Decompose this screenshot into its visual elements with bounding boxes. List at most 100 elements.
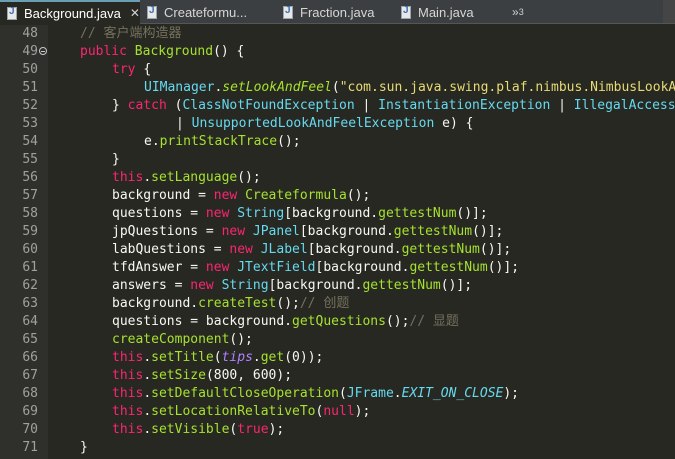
line-number: 55 <box>22 152 38 167</box>
code-line-57[interactable]: 57 background = new Createformula(); <box>0 187 675 205</box>
line-number: 66 <box>22 350 38 365</box>
code-token: | <box>176 116 192 131</box>
code-text: questions = new String[background.gettes… <box>112 205 488 223</box>
code-token: gettestNum <box>362 278 441 293</box>
code-token: e) { <box>434 116 474 131</box>
code-token: IllegalAccessException <box>573 98 675 113</box>
line-number: 49 <box>22 44 38 59</box>
code-token: ); <box>354 404 371 419</box>
code-token: } <box>112 152 120 167</box>
code-token: new <box>205 260 238 275</box>
line-number: 48 <box>22 26 38 41</box>
code-token: questions = <box>112 206 206 221</box>
code-token: answers = <box>112 278 191 293</box>
code-line-66[interactable]: 66 this.setTitle(tips.get(0)); <box>0 349 675 367</box>
fold-collapse-icon[interactable] <box>39 47 47 55</box>
code-text: questions = background.getQuestions();//… <box>112 313 459 331</box>
code-line-69[interactable]: 69 this.setLocationRelativeTo(null); <box>0 403 675 421</box>
code-token: setLanguage <box>151 170 238 185</box>
code-line-53[interactable]: 53 | UnsupportedLookAndFeelException e) { <box>0 115 675 133</box>
code-token: // 创题 <box>299 296 350 311</box>
code-line-55[interactable]: 55} <box>0 151 675 169</box>
code-token: createTest <box>198 296 277 311</box>
code-token: Createformula <box>245 188 347 203</box>
code-token: Background <box>134 44 214 59</box>
code-token: public <box>80 44 135 59</box>
code-line-48[interactable]: 48 // 客户端构造器 <box>0 25 675 43</box>
code-token: new <box>205 206 238 221</box>
code-text: this.setDefaultCloseOperation(JFrame.EXI… <box>112 385 519 403</box>
code-token: [background. <box>315 260 410 275</box>
code-text: labQuestions = new JLabel[background.get… <box>112 241 511 259</box>
close-tab-icon[interactable]: ✕ <box>130 6 140 20</box>
code-token: this <box>112 422 144 437</box>
code-line-70[interactable]: 70 this.setVisible(true); <box>0 421 675 439</box>
line-number: 51 <box>22 80 38 95</box>
code-line-61[interactable]: 61 tfdAnswer = new JTextField[background.… <box>0 259 675 277</box>
code-line-67[interactable]: 67 this.setSize(800, 600); <box>0 367 675 385</box>
more-tabs-button[interactable]: » 3 <box>504 0 532 23</box>
code-token: InstantiationException <box>378 98 551 113</box>
code-token: | <box>550 98 574 113</box>
code-line-64[interactable]: 64 questions = background.getQuestions();… <box>0 313 675 331</box>
code-line-59[interactable]: 59 jpQuestions = new JPanel[background.ge… <box>0 223 675 241</box>
code-token: ); <box>503 386 520 401</box>
code-line-68[interactable]: 68 this.setDefaultCloseOperation(JFrame.E… <box>0 385 675 403</box>
code-line-49[interactable]: 49 public Background() { <box>0 43 675 61</box>
line-number: 52 <box>22 98 38 113</box>
code-line-60[interactable]: 60 labQuestions = new JLabel[background.g… <box>0 241 675 259</box>
code-line-63[interactable]: 63 background.createTest();// 创题 <box>0 295 675 313</box>
code-token: ()]; <box>456 206 488 221</box>
line-number: 62 <box>22 278 38 293</box>
code-text: } catch (ClassNotFoundException | Instan… <box>112 97 675 115</box>
java-file-icon <box>400 5 413 19</box>
code-token: String <box>237 206 285 221</box>
code-token: String <box>221 278 269 293</box>
line-number: 53 <box>22 116 38 131</box>
code-editor[interactable]: 48 // 客户端构造器 49 public Background() { 50 try … <box>0 25 675 459</box>
tab-main-java[interactable]: Main.java <box>394 0 504 24</box>
code-line-52[interactable]: 52 } catch (ClassNotFoundException | Inst… <box>0 97 675 115</box>
code-text: background = new Createformula(); <box>112 187 370 205</box>
code-line-51[interactable]: 51 UIManager.setLookAndFeel("com.sun.java… <box>0 79 675 97</box>
code-token: background. <box>112 296 199 311</box>
code-text: jpQuestions = new JPanel[background.gett… <box>112 223 503 241</box>
tab-fraction-java[interactable]: Fraction.java <box>276 0 394 24</box>
code-text: this.setSize(800, 600); <box>112 367 292 385</box>
code-line-56[interactable]: 56 this.setLanguage(); <box>0 169 675 187</box>
code-token: () { <box>213 44 245 59</box>
code-token: e. <box>144 134 160 149</box>
editor-tab-bar: Background.java ✕ Createformu... Fraction.j… <box>0 0 675 24</box>
code-line-65[interactable]: 65 createComponent(); <box>0 331 675 349</box>
code-token: ); <box>268 422 285 437</box>
code-line-58[interactable]: 58 questions = new String[background.gett… <box>0 205 675 223</box>
line-number: 60 <box>22 242 38 257</box>
code-text: } <box>80 439 88 457</box>
tab-bar-edge <box>663 0 675 23</box>
code-token: // 显题 <box>409 314 459 329</box>
code-line-71[interactable]: 71} <box>0 439 675 457</box>
code-token: questions = background. <box>112 314 293 329</box>
code-token: this <box>112 368 144 383</box>
code-token: gettestNum <box>378 206 457 221</box>
tab-background-java[interactable]: Background.java ✕ <box>0 0 140 24</box>
code-token: try <box>112 62 144 77</box>
code-line-54[interactable]: 54 e.printStackTrace(); <box>0 133 675 151</box>
line-number: 58 <box>22 206 38 221</box>
code-line-50[interactable]: 50 try { <box>0 61 675 79</box>
code-token: ()]; <box>440 278 473 293</box>
code-token: [background. <box>299 224 394 239</box>
tab-label: Createformu... <box>164 4 248 20</box>
code-token: (); <box>346 188 371 203</box>
code-token: getQuestions <box>292 314 386 329</box>
tab-createformu[interactable]: Createformu... <box>140 0 276 24</box>
code-token: ( <box>338 386 347 401</box>
code-line-62[interactable]: 62 answers = new String[background.gettes… <box>0 277 675 295</box>
code-token: . <box>143 170 152 185</box>
code-token: UnsupportedLookAndFeelException <box>191 116 435 131</box>
code-token: labQuestions = <box>112 242 230 257</box>
code-token: "com.sun.java.swing.plaf.nimbus.NimbusLo… <box>339 80 675 95</box>
code-token: tfdAnswer = <box>112 260 206 275</box>
code-text: UIManager.setLookAndFeel("com.sun.java.s… <box>144 79 675 97</box>
code-token: new <box>229 242 261 257</box>
